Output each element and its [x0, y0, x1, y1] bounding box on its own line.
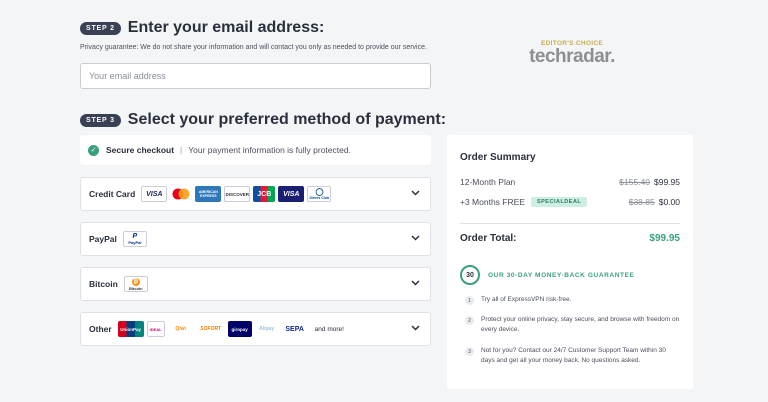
paypal-logo: P PayPal [122, 231, 147, 247]
guarantee-item: 3 Not for you? Contact our 24/7 Customer… [465, 346, 680, 366]
diners-club-logo: Diners Club [307, 186, 332, 202]
ideal-logo: iDEAL [146, 321, 165, 337]
plan-price: $99.95 [654, 177, 680, 187]
guarantee-item-text: Protect your online privacy, stay secure… [481, 316, 680, 333]
unionpay-logo-text: UnionPay [120, 326, 142, 332]
free-months-original-price: $38.85 [628, 197, 655, 207]
sofort-logo-text: SOFORT [200, 326, 222, 332]
order-total-label: Order Total: [460, 233, 517, 244]
alipay-logo-text: Alipay [259, 326, 275, 332]
step-3-header: STEP 3 Select your preferred method of p… [80, 111, 446, 129]
free-months-label: +3 Months FREE [460, 197, 525, 207]
payment-option-other[interactable]: Other UnionPay iDEAL Qiwi SOFORT giropay… [80, 312, 431, 346]
guarantee-item-number: 2 [465, 316, 474, 325]
step-2-badge: STEP 2 [80, 21, 121, 35]
giropay-logo: giropay [227, 321, 252, 337]
guarantee-title: OUR 30-DAY MONEY-BACK GUARANTEE [488, 271, 635, 279]
alipay-logo: Alipay [254, 321, 279, 337]
techradar-badge: EDITOR'S CHOICE techradar. [527, 40, 617, 67]
sepa-logo: SEPA [281, 321, 308, 337]
qiwi-logo-text: Qiwi [175, 326, 186, 332]
guarantee-item-text: Try all of ExpressVPN risk-free. [481, 296, 572, 303]
chevron-down-icon[interactable] [411, 325, 420, 331]
amex-logo: AMERICAN EXPRESS [195, 186, 222, 202]
qiwi-logo: Qiwi [167, 321, 194, 337]
giropay-logo-text: giropay [231, 326, 248, 332]
payment-label-other: Other [89, 324, 112, 334]
jcb-logo-text: JCB [257, 190, 272, 198]
thirty-day-badge-icon: 30 [460, 265, 480, 285]
order-summary-panel: Order Summary 12-Month Plan $155.40 $99.… [447, 135, 693, 389]
amex-logo-text: AMERICAN EXPRESS [198, 190, 218, 198]
payment-option-credit-card[interactable]: Credit Card VISA AMERICAN EXPRESS DISCOV… [80, 177, 431, 211]
visa-dark-logo: VISA [278, 186, 305, 202]
bitcoin-logo: ₿ Bitcoin [123, 276, 148, 292]
bitcoin-logo-text: Bitcoin [129, 285, 143, 291]
privacy-guarantee: Privacy guarantee: We do not share your … [80, 44, 427, 51]
order-total-row: Order Total: $99.95 [460, 233, 680, 244]
jcb-logo: JCB [253, 186, 276, 202]
summary-divider [460, 223, 680, 224]
payment-label-bitcoin: Bitcoin [89, 279, 118, 289]
guarantee-item: 2 Protect your online privacy, stay secu… [465, 315, 680, 335]
discover-logo: DISCOVER [224, 186, 251, 202]
line-item-plan: 12-Month Plan $155.40 $99.95 [460, 177, 680, 187]
step-2-title: Enter your email address: [127, 19, 325, 36]
email-input[interactable] [80, 63, 431, 89]
unionpay-logo: UnionPay [117, 321, 144, 337]
secure-checkout-banner: ✓ Secure checkout | Your payment informa… [80, 135, 431, 165]
chevron-down-icon[interactable] [411, 190, 420, 196]
guarantee-item-number: 1 [465, 296, 474, 305]
special-deal-badge: SPECIALDEAL [530, 197, 588, 207]
visa-dark-logo-text: VISA [283, 190, 300, 198]
step-3-badge: STEP 3 [80, 113, 121, 127]
plan-label: 12-Month Plan [460, 177, 516, 187]
secure-separator: | [180, 145, 183, 155]
techradar-logo: techradar. [529, 46, 615, 67]
line-item-free-months: +3 Months FREE SPECIALDEAL $38.85 $0.00 [460, 197, 680, 207]
paypal-p-icon: P [132, 233, 138, 240]
guarantee-item-text: Not for you? Contact our 24/7 Customer S… [481, 347, 666, 364]
order-total-value: $99.95 [649, 233, 680, 244]
sepa-logo-text: SEPA [285, 325, 304, 333]
chevron-down-icon[interactable] [411, 280, 420, 286]
bitcoin-icon: ₿ [131, 277, 140, 286]
money-back-guarantee-header: 30 OUR 30-DAY MONEY-BACK GUARANTEE [460, 265, 680, 285]
ideal-logo-text: iDEAL [149, 326, 162, 332]
guarantee-item-number: 3 [465, 347, 474, 356]
secure-checkout-message: Your payment information is fully protec… [188, 145, 351, 155]
more-methods-text: and more! [314, 325, 344, 333]
free-months-price: $0.00 [658, 197, 680, 207]
step-2-header: STEP 2 Enter your email address: [80, 19, 324, 37]
chevron-down-icon[interactable] [411, 235, 420, 241]
mastercard-logo [170, 186, 193, 202]
visa-logo-text: VISA [146, 190, 163, 198]
secure-checkout-label: Secure checkout [106, 145, 175, 155]
guarantee-item: 1 Try all of ExpressVPN risk-free. [465, 295, 680, 305]
payment-option-paypal[interactable]: PayPal P PayPal [80, 222, 431, 256]
check-circle-icon: ✓ [88, 144, 99, 156]
discover-logo-text: DISCOVER [225, 191, 250, 197]
order-summary-title: Order Summary [460, 152, 536, 163]
diners-club-logo-text: Diners Club [309, 196, 330, 200]
payment-label-credit-card: Credit Card [89, 189, 136, 199]
visa-logo: VISA [141, 186, 168, 202]
payment-option-bitcoin[interactable]: Bitcoin ₿ Bitcoin [80, 267, 431, 301]
plan-original-price: $155.40 [619, 177, 650, 187]
payment-label-paypal: PayPal [89, 234, 117, 244]
paypal-logo-text: PayPal [128, 240, 142, 245]
sofort-logo: SOFORT [196, 321, 225, 337]
step-3-title: Select your preferred method of payment: [127, 111, 447, 128]
